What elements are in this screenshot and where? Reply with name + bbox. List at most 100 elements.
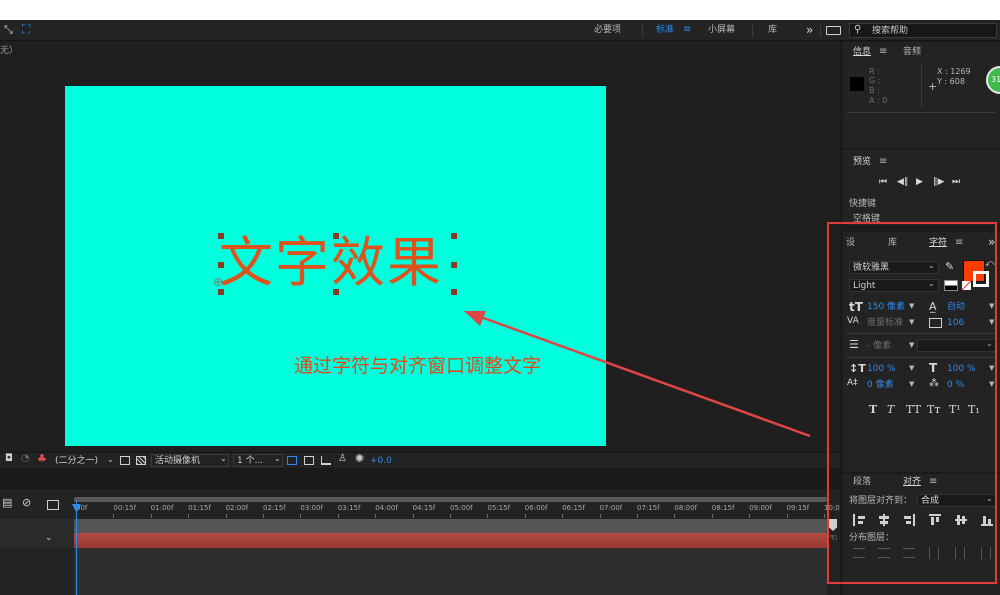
superscript-button[interactable]: T¹ bbox=[949, 404, 961, 415]
help-search-box[interactable]: ⚲ 搜索帮助 bbox=[849, 23, 997, 38]
draft-3d-icon[interactable]: ⊘ bbox=[22, 497, 31, 508]
views-dropdown[interactable]: 1 个... ⌄ bbox=[233, 454, 283, 467]
selection-handle[interactable] bbox=[451, 233, 457, 239]
tab-info[interactable]: 信息 bbox=[853, 48, 871, 57]
work-area-bar[interactable] bbox=[74, 497, 827, 502]
region-of-interest-icon[interactable] bbox=[120, 456, 130, 465]
small-caps-button[interactable]: Tт bbox=[927, 404, 940, 415]
anchor-point-icon[interactable]: ⊕ bbox=[213, 276, 223, 288]
horizontal-scale-value[interactable]: 100 % bbox=[947, 365, 976, 374]
exposure-value[interactable]: +0.0 bbox=[370, 457, 392, 466]
align-top-icon[interactable] bbox=[929, 514, 941, 526]
fast-previews-icon[interactable] bbox=[304, 456, 314, 465]
selection-handle[interactable] bbox=[333, 289, 339, 295]
preview-menu-icon[interactable]: ≡ bbox=[879, 157, 887, 167]
graph-editor-icon[interactable] bbox=[47, 500, 59, 510]
current-time-indicator[interactable] bbox=[76, 501, 77, 595]
distribute-vertical-center-icon[interactable] bbox=[878, 548, 890, 558]
tab-presets[interactable]: 设 bbox=[846, 239, 855, 248]
text-layer[interactable]: 文字效果 ⊕ bbox=[213, 233, 457, 296]
workspace-more-icon[interactable]: » bbox=[806, 24, 813, 36]
align-target-dropdown[interactable]: 合成 ⌄ bbox=[917, 494, 997, 507]
floating-badge[interactable]: 31 bbox=[986, 66, 1000, 94]
first-frame-icon[interactable]: ⏮ bbox=[879, 178, 887, 187]
workspace-essentials[interactable]: 必要项 bbox=[594, 26, 621, 35]
chevron-down-icon[interactable]: ▼ bbox=[989, 381, 994, 388]
stroke-color-swatch[interactable] bbox=[973, 271, 989, 287]
chevron-down-icon[interactable]: ▼ bbox=[909, 381, 914, 388]
layer-row[interactable]: ⌄ bbox=[0, 533, 74, 548]
camera-dropdown[interactable]: 活动摄像机 ⌄ bbox=[151, 454, 229, 467]
panel-sync-icon[interactable] bbox=[826, 26, 841, 35]
selection-handle[interactable] bbox=[451, 289, 457, 295]
workspace-menu-icon[interactable]: ≡ bbox=[683, 25, 691, 35]
tab-libraries[interactable]: 库 bbox=[888, 239, 897, 248]
distribute-left-icon[interactable] bbox=[929, 547, 939, 559]
snapshot-icon[interactable]: ◘ bbox=[5, 454, 13, 464]
chevron-down-icon[interactable]: ⌄ bbox=[107, 456, 114, 464]
shortcut-dropdown[interactable]: 空格键 bbox=[853, 215, 880, 224]
faux-bold-button[interactable]: T bbox=[869, 404, 877, 415]
tsume-value[interactable]: 0 % bbox=[947, 381, 964, 390]
info-menu-icon[interactable]: ≡ bbox=[879, 47, 887, 57]
baseline-shift-value[interactable]: 0 像素 bbox=[867, 381, 894, 390]
selection-handle[interactable] bbox=[218, 233, 224, 239]
tab-character[interactable]: 字符 bbox=[929, 239, 947, 248]
font-size-value[interactable]: 150 像素 bbox=[867, 303, 905, 312]
help-search-input[interactable]: 搜索帮助 bbox=[872, 27, 908, 36]
play-icon[interactable]: ▶ bbox=[916, 178, 923, 187]
next-frame-icon[interactable]: ‖▶ bbox=[933, 178, 944, 187]
channel-icon[interactable]: ♣ bbox=[37, 453, 47, 464]
align-horizontal-center-icon[interactable] bbox=[878, 514, 890, 526]
snapping-icon[interactable]: ⛶ bbox=[22, 23, 30, 35]
transparency-grid-icon[interactable] bbox=[136, 456, 146, 465]
distribute-bottom-icon[interactable] bbox=[903, 548, 915, 558]
prev-frame-icon[interactable]: ◀‖ bbox=[897, 178, 908, 187]
comp-breadcrumb[interactable]: 无） bbox=[0, 47, 18, 56]
timeline-end-marker[interactable] bbox=[829, 519, 837, 531]
layer-duration-bar[interactable] bbox=[74, 533, 827, 548]
no-fill-swatch[interactable] bbox=[962, 281, 971, 290]
workspace-small-screen[interactable]: 小屏幕 bbox=[708, 26, 735, 35]
comp-canvas[interactable]: 文字效果 ⊕ 通过字符与对齐窗口调整文字 bbox=[65, 86, 606, 446]
all-caps-button[interactable]: TT bbox=[906, 404, 921, 415]
exposure-reset-icon[interactable]: ✺ bbox=[355, 453, 364, 464]
eyedropper-icon[interactable]: ✎ bbox=[945, 261, 954, 272]
tab-audio[interactable]: 音频 bbox=[903, 48, 921, 57]
tab-align[interactable]: 对齐 bbox=[903, 478, 921, 487]
subscript-button[interactable]: T₁ bbox=[968, 404, 980, 415]
workspace-standard[interactable]: 标准 bbox=[656, 26, 674, 35]
distribute-right-icon[interactable] bbox=[981, 547, 991, 559]
chevron-down-icon[interactable]: ▼ bbox=[909, 319, 914, 326]
chevron-down-icon[interactable]: ▼ bbox=[909, 303, 914, 310]
faux-italic-button[interactable]: T bbox=[887, 404, 894, 415]
show-snapshot-icon[interactable]: ◔ bbox=[21, 454, 30, 464]
font-family-dropdown[interactable]: 微软雅黑 ⌄ bbox=[849, 261, 939, 274]
resolution-dropdown[interactable]: (二分之一) bbox=[55, 457, 98, 466]
selection-handle[interactable] bbox=[451, 262, 457, 268]
last-frame-icon[interactable]: ⏭ bbox=[952, 178, 960, 187]
timeline-icon[interactable] bbox=[321, 456, 331, 465]
kerning-value[interactable]: 度量标准 bbox=[867, 319, 903, 328]
selection-handle[interactable] bbox=[218, 289, 224, 295]
toggle-pixel-aspect-icon[interactable] bbox=[287, 456, 297, 465]
flowchart-icon[interactable]: ♙ bbox=[338, 454, 347, 464]
font-style-dropdown[interactable]: Light ⌄ bbox=[849, 279, 939, 292]
tracking-value[interactable]: 106 bbox=[947, 319, 964, 328]
chevron-down-icon[interactable]: ▼ bbox=[909, 365, 914, 372]
chevron-down-icon[interactable]: ▼ bbox=[989, 303, 994, 310]
distribute-horizontal-center-icon[interactable] bbox=[955, 547, 965, 559]
character-more-icon[interactable]: » bbox=[988, 236, 995, 248]
chevron-down-icon[interactable]: ⌄ bbox=[45, 534, 53, 543]
comp-mini-flowchart-icon[interactable]: ▤ bbox=[2, 497, 12, 508]
character-menu-icon[interactable]: ≡ bbox=[955, 238, 963, 248]
timeline-ruler[interactable]: 00f 00:15f 01:00f 01:15f 02:00f 02:15f 03:00f 0… bbox=[74, 497, 840, 519]
chevron-down-icon[interactable]: ▼ bbox=[909, 342, 914, 349]
workspace-libraries[interactable]: 库 bbox=[768, 26, 777, 35]
align-left-icon[interactable] bbox=[853, 514, 865, 526]
chevron-down-icon[interactable]: ▼ bbox=[989, 365, 994, 372]
color-black-white-swatch[interactable] bbox=[944, 280, 958, 291]
vertical-scale-value[interactable]: 100 % bbox=[867, 365, 896, 374]
distribute-top-icon[interactable] bbox=[853, 548, 865, 558]
chevron-down-icon[interactable]: ▼ bbox=[989, 319, 994, 326]
